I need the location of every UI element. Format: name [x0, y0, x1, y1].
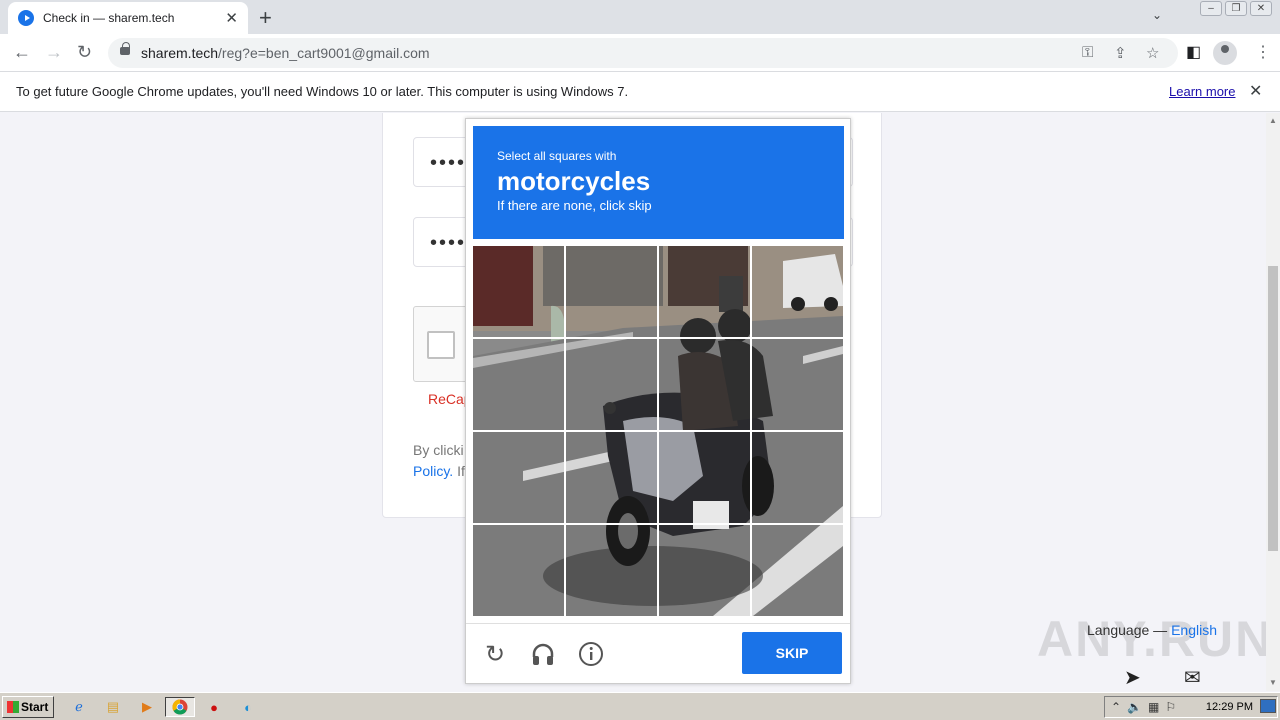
update-infobar: To get future Google Chrome updates, you…	[0, 72, 1280, 112]
challenge-hint: If there are none, click skip	[497, 198, 652, 213]
reload-icon[interactable]: ↻	[77, 42, 92, 63]
volume-icon[interactable]: 🔈	[1127, 700, 1142, 714]
share-icon[interactable]: ⇪	[1114, 44, 1127, 62]
key-icon[interactable]: ⚿	[1082, 44, 1093, 61]
grid-tile-1[interactable]	[473, 246, 564, 337]
show-desktop-icon[interactable]	[1260, 699, 1276, 713]
back-arrow-icon[interactable]: ←	[13, 42, 31, 63]
grid-tile-10[interactable]	[566, 432, 657, 523]
opera-icon[interactable]: ●	[203, 697, 225, 717]
grid-tile-2[interactable]	[566, 246, 657, 337]
grid-tile-11[interactable]	[659, 432, 750, 523]
grid-tile-7[interactable]	[659, 339, 750, 430]
terms-text: By clicki Policy. If	[413, 440, 465, 482]
grid-tile-6[interactable]	[566, 339, 657, 430]
bookmark-star-icon[interactable]: ☆	[1146, 44, 1159, 62]
recaptcha-checkbox[interactable]	[427, 331, 455, 359]
lock-icon[interactable]	[120, 42, 130, 55]
start-label: Start	[21, 700, 49, 714]
url-path: /reg?e=ben_cart9001@gmail.com	[218, 45, 430, 61]
start-button[interactable]: Start	[2, 696, 54, 718]
profile-avatar-icon[interactable]	[1213, 41, 1237, 65]
tab-strip: Check in — sharem.tech ✕ + ⌄ – ❐ ✕	[0, 0, 1280, 34]
challenge-instruction: Select all squares with	[497, 149, 617, 163]
challenge-divider	[466, 623, 850, 624]
new-tab-button[interactable]: +	[259, 5, 272, 31]
terms-line-1: By clicki	[413, 442, 464, 458]
grid-tile-15[interactable]	[659, 525, 750, 616]
windows-taskbar: Start ℯ ▤ ▶ ● ◐ ⌃ 🔈 ▦ ⚐ 12:29 PM	[0, 692, 1280, 720]
telegram-icon[interactable]: ➤	[1124, 665, 1141, 690]
grid-tile-16[interactable]	[752, 525, 843, 616]
infobar-message: To get future Google Chrome updates, you…	[16, 84, 629, 99]
language-selector: Language — English	[1087, 622, 1217, 638]
grid-tile-5[interactable]	[473, 339, 564, 430]
info-help-icon[interactable]	[576, 639, 606, 669]
close-window-button[interactable]: ✕	[1250, 1, 1272, 16]
action-center-flag-icon[interactable]: ⚐	[1165, 700, 1176, 714]
tray-expand-icon[interactable]: ⌃	[1111, 700, 1121, 714]
edge-icon[interactable]: ◐	[237, 697, 259, 717]
audio-challenge-icon[interactable]	[528, 639, 558, 669]
url-text[interactable]: sharem.tech/reg?e=ben_cart9001@gmail.com	[141, 45, 430, 61]
grid-tile-13[interactable]	[473, 525, 564, 616]
tab-search-chevron-icon[interactable]: ⌄	[1152, 8, 1162, 22]
reload-challenge-icon[interactable]: ↻	[480, 639, 510, 669]
windows-logo-icon	[7, 701, 19, 713]
language-label: Language —	[1087, 622, 1168, 638]
side-panel-icon[interactable]: ◧	[1186, 42, 1201, 62]
minimize-button[interactable]: –	[1200, 1, 1222, 16]
network-icon[interactable]: ▦	[1148, 700, 1159, 714]
scroll-thumb[interactable]	[1268, 266, 1278, 551]
policy-link[interactable]: Policy.	[413, 463, 453, 479]
tab-close-icon[interactable]: ✕	[225, 9, 238, 27]
scroll-down-icon[interactable]: ▼	[1269, 678, 1277, 687]
recaptcha-challenge: Select all squares with motorcycles If t…	[465, 118, 851, 684]
tab-title: Check in — sharem.tech	[43, 11, 175, 25]
taskbar-clock[interactable]: 12:29 PM	[1206, 701, 1253, 713]
restore-button[interactable]: ❐	[1225, 1, 1247, 16]
terms-line-2: Policy. If	[413, 461, 465, 482]
grid-tile-4[interactable]	[752, 246, 843, 337]
browser-toolbar: ← → ↻ sharem.tech/reg?e=ben_cart9001@gma…	[0, 34, 1280, 72]
vertical-scrollbar[interactable]: ▲ ▼	[1266, 113, 1280, 691]
challenge-header: Select all squares with motorcycles If t…	[473, 126, 844, 239]
address-bar[interactable]: sharem.tech/reg?e=ben_cart9001@gmail.com…	[108, 38, 1178, 68]
grid-tile-9[interactable]	[473, 432, 564, 523]
site-favicon-icon	[18, 10, 34, 26]
system-tray: ⌃ 🔈 ▦ ⚐ 12:29 PM	[1104, 696, 1278, 718]
skip-button[interactable]: SKIP	[742, 632, 842, 674]
internet-explorer-icon[interactable]: ℯ	[68, 697, 90, 717]
scroll-up-icon[interactable]: ▲	[1269, 116, 1277, 125]
challenge-target: motorcycles	[497, 166, 651, 196]
forward-arrow-icon[interactable]: →	[45, 42, 63, 63]
grid-tile-14[interactable]	[566, 525, 657, 616]
grid-tile-12[interactable]	[752, 432, 843, 523]
infobar-close-icon[interactable]: ✕	[1249, 81, 1262, 101]
file-explorer-icon[interactable]: ▤	[102, 697, 124, 717]
media-player-icon[interactable]: ▶	[136, 697, 158, 717]
mail-icon[interactable]: ✉	[1184, 665, 1201, 690]
language-value-link[interactable]: English	[1171, 622, 1217, 638]
grid-tile-8[interactable]	[752, 339, 843, 430]
anyrun-watermark: ANY.RUN	[1037, 611, 1266, 667]
window-controls: – ❐ ✕	[1200, 1, 1272, 16]
tab-active[interactable]: Check in — sharem.tech ✕	[8, 2, 248, 34]
more-menu-icon[interactable]: ⋮	[1255, 42, 1271, 62]
learn-more-link[interactable]: Learn more	[1169, 84, 1235, 99]
url-domain: sharem.tech	[141, 45, 219, 61]
challenge-image-grid	[473, 246, 843, 616]
chrome-taskbar-icon[interactable]	[165, 697, 195, 717]
grid-tile-3[interactable]	[659, 246, 750, 337]
terms-suffix: If	[453, 463, 465, 479]
